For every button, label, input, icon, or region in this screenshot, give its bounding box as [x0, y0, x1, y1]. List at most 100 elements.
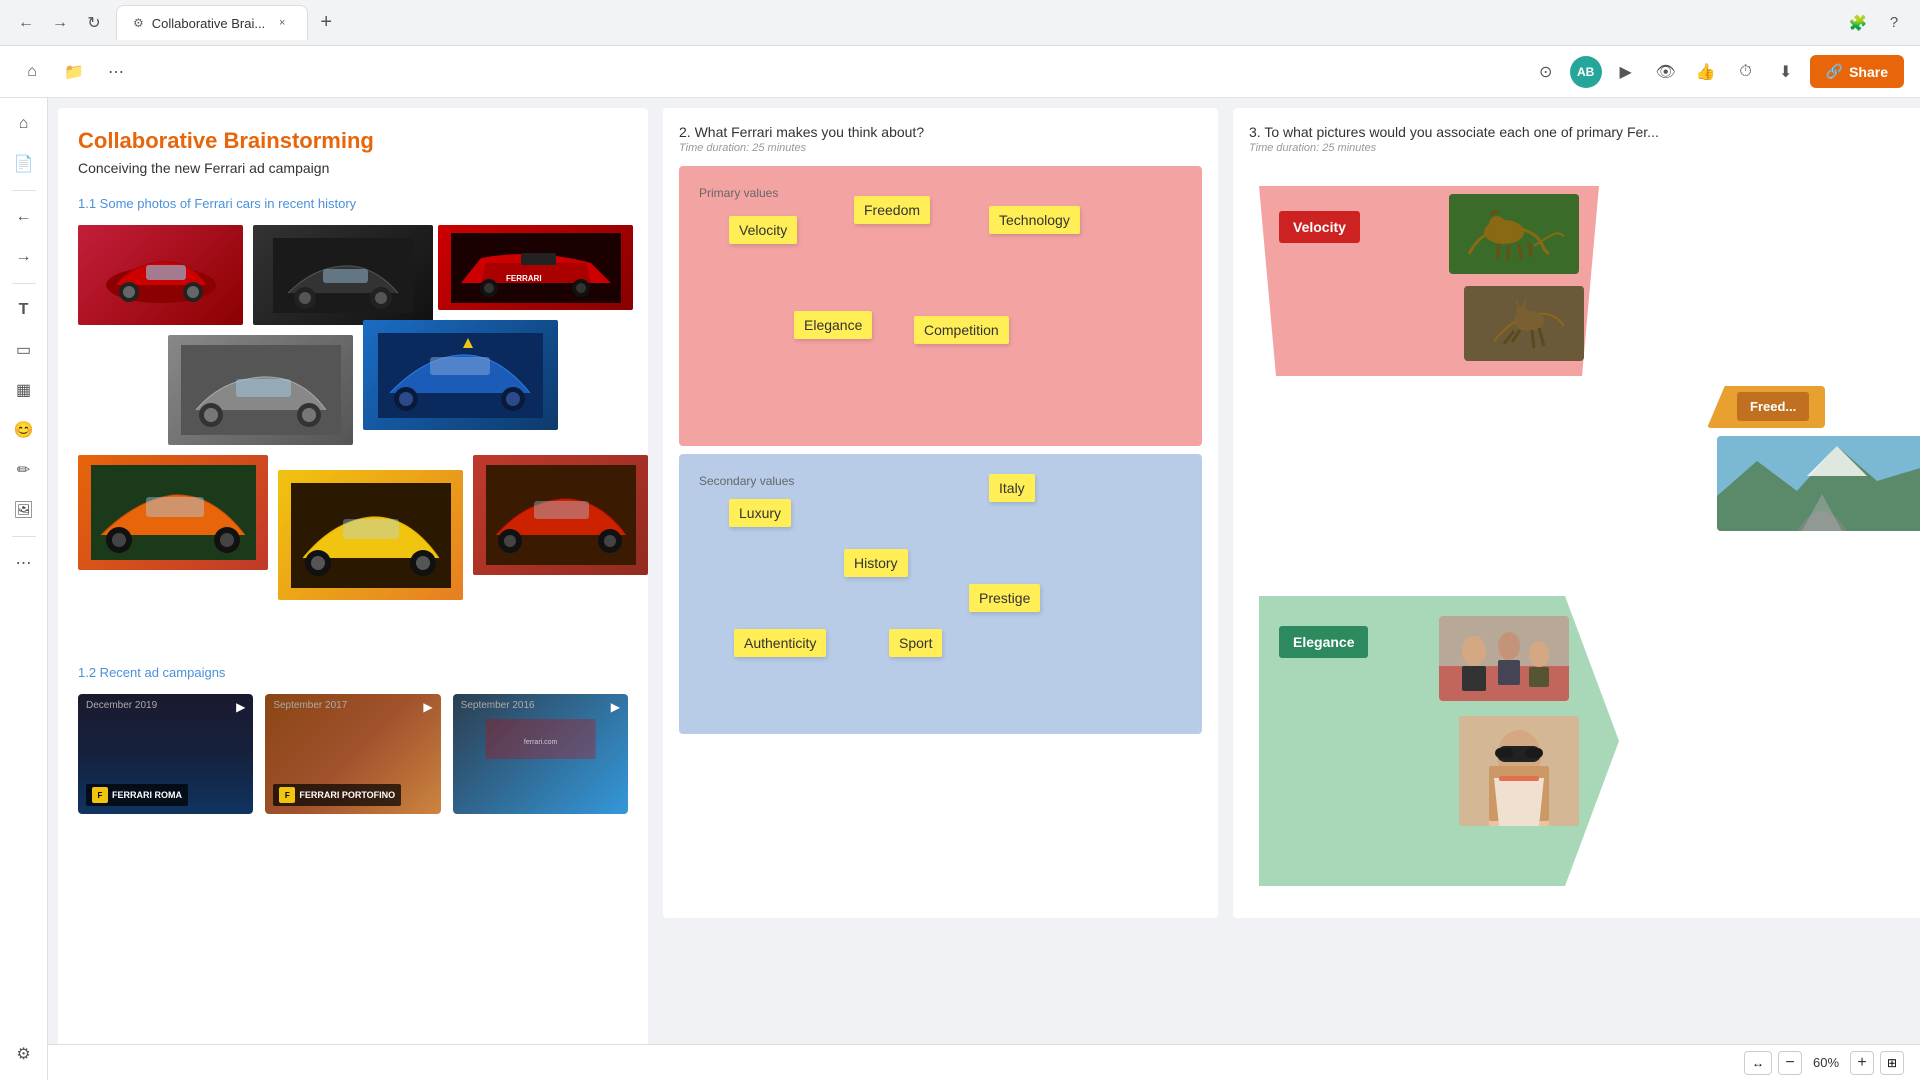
- car-photo-5: [363, 320, 558, 430]
- ad-campaign-2[interactable]: September 2017 ▶ F FERRARI PORTOFINO: [265, 694, 440, 814]
- velocity-label[interactable]: Velocity: [1279, 211, 1360, 243]
- status-bar: ↔ − 60% + ⊞: [48, 1044, 1920, 1080]
- left-sidebar: ⌂ 📄 ← → T ▭ ▦ 😊 ✏ 🖼 ⋯ ⚙: [0, 98, 48, 1080]
- elegance-label[interactable]: Elegance: [1279, 626, 1368, 658]
- freedom-shape: Freed...: [1707, 386, 1825, 428]
- ad-1-play-icon[interactable]: ▶: [236, 700, 245, 714]
- nav-back-button[interactable]: ←: [12, 9, 40, 37]
- people-image: [1439, 616, 1569, 701]
- sticky-sport[interactable]: Sport: [889, 629, 942, 657]
- sidebar-stickers-tool[interactable]: 😊: [6, 412, 42, 448]
- page-title: Collaborative Brainstorming: [78, 128, 628, 154]
- ad-campaign-3[interactable]: September 2016 ▶ ferrari.com: [453, 694, 628, 814]
- sidebar-home[interactable]: ⌂: [6, 106, 42, 142]
- extensions-button[interactable]: 🧩: [1844, 9, 1872, 37]
- nav-refresh-button[interactable]: ↻: [80, 9, 108, 37]
- ad-campaign-1[interactable]: December 2019 ▶ F FERRARI ROMA: [78, 694, 253, 814]
- home-button[interactable]: ⌂: [16, 56, 48, 88]
- like-button[interactable]: 👍: [1690, 56, 1722, 88]
- tab-close-button[interactable]: ×: [273, 14, 291, 32]
- eye-button[interactable]: 👁: [1650, 56, 1682, 88]
- section-3-title: 3. To what pictures would you associate …: [1249, 124, 1920, 140]
- freedom-group: Freed...: [1707, 386, 1920, 428]
- sticky-elegance[interactable]: Elegance: [794, 311, 872, 339]
- zoom-in-button[interactable]: +: [1850, 1051, 1874, 1075]
- sticky-prestige[interactable]: Prestige: [969, 584, 1040, 612]
- download-button[interactable]: ⬇: [1770, 56, 1802, 88]
- secondary-values-label: Secondary values: [699, 474, 1182, 488]
- menu-button[interactable]: ⋯: [100, 56, 132, 88]
- share-button[interactable]: 🔗 Share: [1810, 55, 1904, 88]
- new-tab-button[interactable]: +: [312, 9, 340, 37]
- play-button[interactable]: ▶: [1610, 56, 1642, 88]
- sticky-technology[interactable]: Technology: [989, 206, 1080, 234]
- active-tab[interactable]: ⚙ Collaborative Brai... ×: [116, 5, 308, 40]
- tab-title: Collaborative Brai...: [152, 16, 265, 31]
- campaigns-section-label: 1.2 Recent ad campaigns: [78, 665, 628, 680]
- car-photo-grid: FERRARI: [78, 225, 628, 645]
- sticky-luxury[interactable]: Luxury: [729, 499, 791, 527]
- mountain-image: [1717, 436, 1920, 531]
- canvas-area[interactable]: Collaborative Brainstorming Conceiving t…: [48, 98, 1920, 1080]
- sidebar-image-tool[interactable]: 🖼: [6, 492, 42, 528]
- sidebar-shapes-tool[interactable]: ▭: [6, 332, 42, 368]
- link-icon: 🔗: [1826, 63, 1843, 80]
- sticky-italy[interactable]: Italy: [989, 474, 1035, 502]
- elegance-group: Elegance: [1259, 596, 1629, 896]
- svg-text:FERRARI: FERRARI: [506, 274, 542, 283]
- car-photo-8: [473, 455, 648, 575]
- zoom-level: 60%: [1808, 1055, 1844, 1070]
- sidebar-back[interactable]: ←: [6, 199, 42, 235]
- sidebar-settings[interactable]: ⚙: [6, 1036, 42, 1072]
- horse-image: [1449, 194, 1579, 274]
- car-photo-2: [253, 225, 433, 325]
- sidebar-pen-tool[interactable]: ✏: [6, 452, 42, 488]
- sticky-freedom[interactable]: Freedom: [854, 196, 930, 224]
- avatar: AB: [1570, 56, 1602, 88]
- nav-forward-button[interactable]: →: [46, 9, 74, 37]
- page-subtitle: Conceiving the new Ferrari ad campaign: [78, 160, 628, 176]
- sticky-authenticity[interactable]: Authenticity: [734, 629, 826, 657]
- sidebar-forward[interactable]: →: [6, 239, 42, 275]
- car-photo-3: FERRARI: [438, 225, 633, 310]
- section-3-panel: 3. To what pictures would you associate …: [1233, 108, 1920, 918]
- car-photo-1: [78, 225, 243, 325]
- section-2-title: 2. What Ferrari makes you think about?: [679, 124, 1202, 140]
- section-3-time: Time duration: 25 minutes: [1249, 142, 1920, 154]
- section-2-time: Time duration: 25 minutes: [679, 142, 1202, 154]
- grid-button[interactable]: ⊞: [1880, 1051, 1904, 1075]
- sticky-competition[interactable]: Competition: [914, 316, 1009, 344]
- running-animal-image: [1464, 286, 1584, 361]
- secondary-values-area: Secondary values Luxury Italy History Pr…: [679, 454, 1202, 734]
- sidebar-divider-2: [12, 283, 36, 284]
- freedom-label[interactable]: Freed...: [1737, 392, 1809, 421]
- timer-button[interactable]: ⏱: [1730, 56, 1762, 88]
- toolbar-right: ⊙ AB ▶ 👁 👍 ⏱ ⬇ 🔗 Share: [1530, 55, 1904, 88]
- car-photo-7: [278, 470, 463, 600]
- ferrari-logo-2: F: [279, 787, 295, 803]
- sticky-velocity[interactable]: Velocity: [729, 216, 797, 244]
- svg-text:ferrari.com: ferrari.com: [524, 739, 558, 746]
- sidebar-table-tool[interactable]: ▦: [6, 372, 42, 408]
- sidebar-grid-tool[interactable]: ⋯: [6, 545, 42, 581]
- toolbar-left: ⌂ 📁 ⋯: [16, 56, 132, 88]
- sidebar-text-tool[interactable]: T: [6, 292, 42, 328]
- browser-right-controls: 🧩 ?: [1844, 9, 1908, 37]
- app-toolbar: ⌂ 📁 ⋯ ⊙ AB ▶ 👁 👍 ⏱ ⬇ 🔗 Share: [0, 46, 1920, 98]
- car-photo-4: [168, 335, 353, 445]
- ad-1-date: December 2019: [86, 700, 157, 711]
- browser-bar: ← → ↻ ⚙ Collaborative Brai... × + 🧩 ?: [0, 0, 1920, 46]
- zoom-out-button[interactable]: −: [1778, 1051, 1802, 1075]
- focus-button[interactable]: ⊙: [1530, 56, 1562, 88]
- car-photo-6: [78, 455, 268, 570]
- folder-button[interactable]: 📁: [58, 56, 90, 88]
- help-button[interactable]: ?: [1880, 9, 1908, 37]
- sidebar-pages[interactable]: 📄: [6, 146, 42, 182]
- sticky-history[interactable]: History: [844, 549, 908, 577]
- primary-values-label: Primary values: [699, 186, 1182, 200]
- section-2-panel: 2. What Ferrari makes you think about? T…: [663, 108, 1218, 918]
- photos-section-label: 1.1 Some photos of Ferrari cars in recen…: [78, 196, 628, 211]
- fit-button[interactable]: ↔: [1744, 1051, 1772, 1075]
- association-area: Velocity: [1249, 166, 1920, 918]
- ad-2-play-icon[interactable]: ▶: [423, 700, 432, 714]
